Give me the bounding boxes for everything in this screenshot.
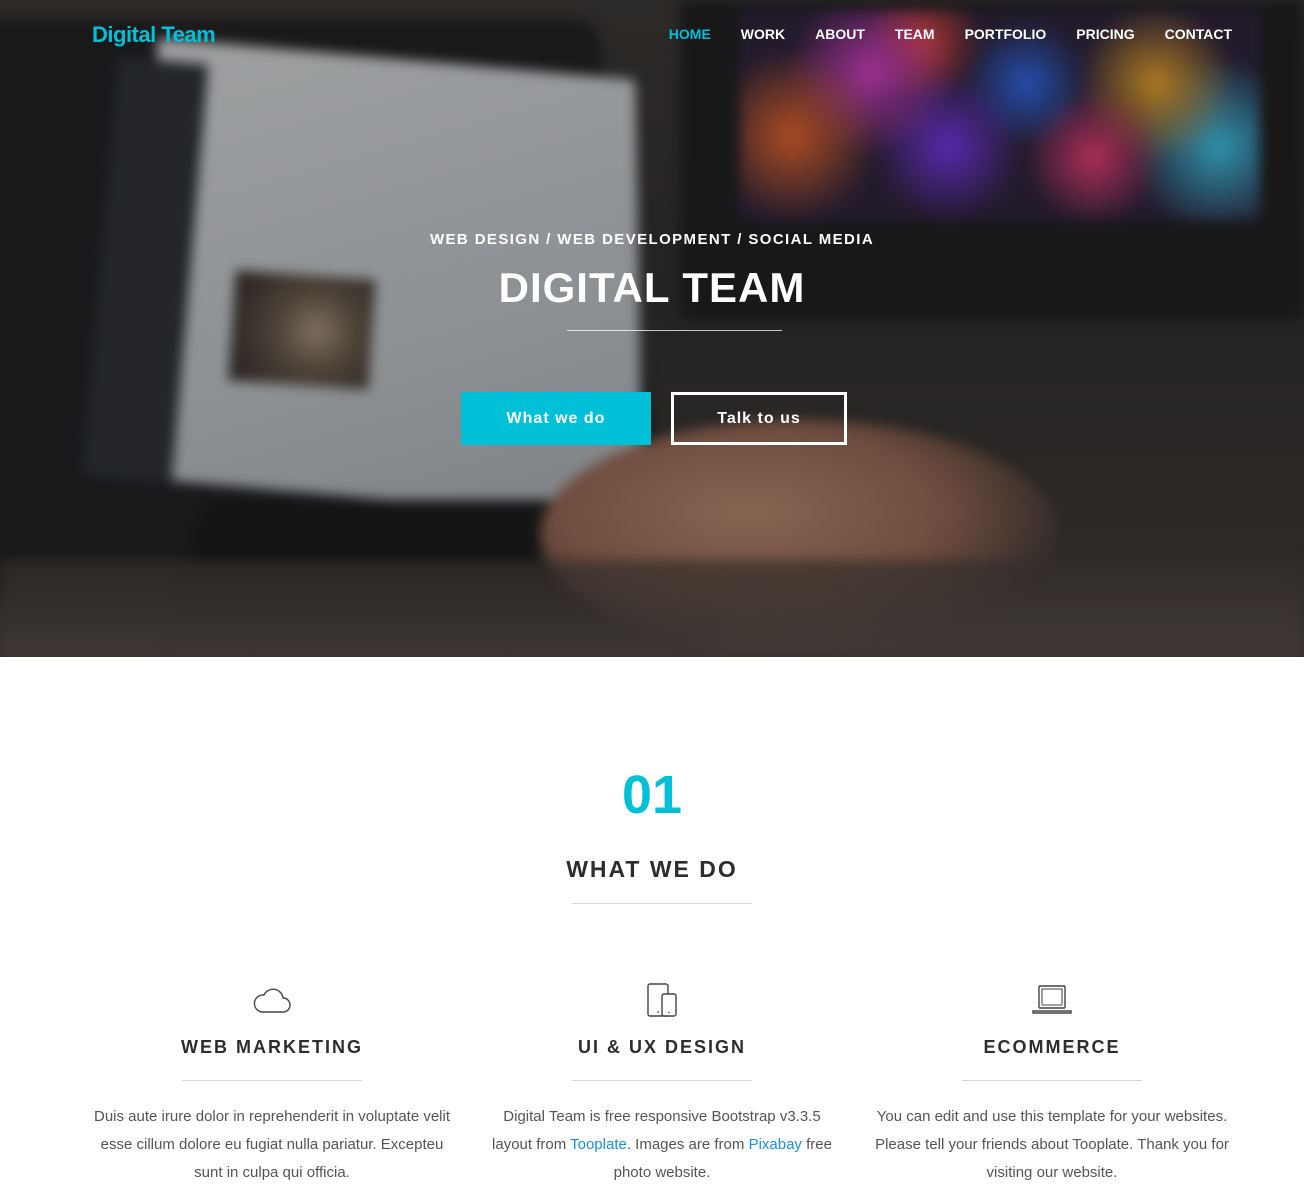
nav-work[interactable]: WORK bbox=[741, 26, 785, 42]
service-card-web-marketing: WEB MARKETING Duis aute irure dolor in r… bbox=[92, 980, 452, 1187]
service-description: Digital Team is free responsive Bootstra… bbox=[492, 1108, 832, 1181]
nav-home[interactable]: HOME bbox=[669, 26, 711, 42]
service-title: WEB MARKETING bbox=[181, 1037, 363, 1057]
hero-divider bbox=[567, 330, 782, 331]
service-divider bbox=[182, 1080, 362, 1081]
nav-team[interactable]: TEAM bbox=[895, 26, 935, 42]
service-title: ECOMMERCE bbox=[983, 1037, 1121, 1057]
what-we-do-button[interactable]: What we do bbox=[461, 392, 651, 445]
talk-to-us-button[interactable]: Talk to us bbox=[671, 392, 847, 445]
section-number: 01 bbox=[621, 765, 683, 825]
cloud-icon bbox=[253, 988, 291, 1013]
main-nav: HOME WORK ABOUT TEAM PORTFOLIO PRICING C… bbox=[639, 26, 1232, 42]
hero-subtitle: WEB DESIGN / WEB DEVELOPMENT / SOCIAL ME… bbox=[429, 231, 875, 248]
hero-overlay bbox=[0, 0, 1304, 657]
service-description: Duis aute irure dolor in reprehenderit i… bbox=[93, 1108, 451, 1181]
section-title: WHAT WE DO bbox=[566, 856, 738, 882]
nav-about[interactable]: ABOUT bbox=[815, 26, 865, 42]
hero-section: Digital Team HOME WORK ABOUT TEAM PORTFO… bbox=[0, 0, 1304, 657]
service-card-ui-ux-design: UI & UX DESIGN Digital Team is free resp… bbox=[482, 980, 842, 1187]
service-card-ecommerce: ECOMMERCE You can edit and use this temp… bbox=[872, 980, 1232, 1187]
nav-pricing[interactable]: PRICING bbox=[1076, 26, 1134, 42]
devices-icon bbox=[647, 983, 677, 1017]
laptop-icon bbox=[1032, 985, 1072, 1014]
service-description: You can edit and use this template for y… bbox=[875, 1108, 1229, 1181]
nav-portfolio[interactable]: PORTFOLIO bbox=[965, 26, 1047, 42]
nav-contact[interactable]: CONTACT bbox=[1165, 26, 1232, 42]
brand-logo[interactable]: Digital Team bbox=[92, 22, 216, 48]
section-divider bbox=[572, 903, 752, 904]
pixabay-link[interactable]: Pixabay bbox=[749, 1136, 802, 1153]
service-title: UI & UX DESIGN bbox=[577, 1037, 747, 1057]
tooplate-link[interactable]: Tooplate bbox=[570, 1136, 627, 1153]
service-divider bbox=[962, 1080, 1142, 1081]
service-divider bbox=[572, 1080, 752, 1081]
hero-title: DIGITAL TEAM bbox=[498, 264, 806, 311]
